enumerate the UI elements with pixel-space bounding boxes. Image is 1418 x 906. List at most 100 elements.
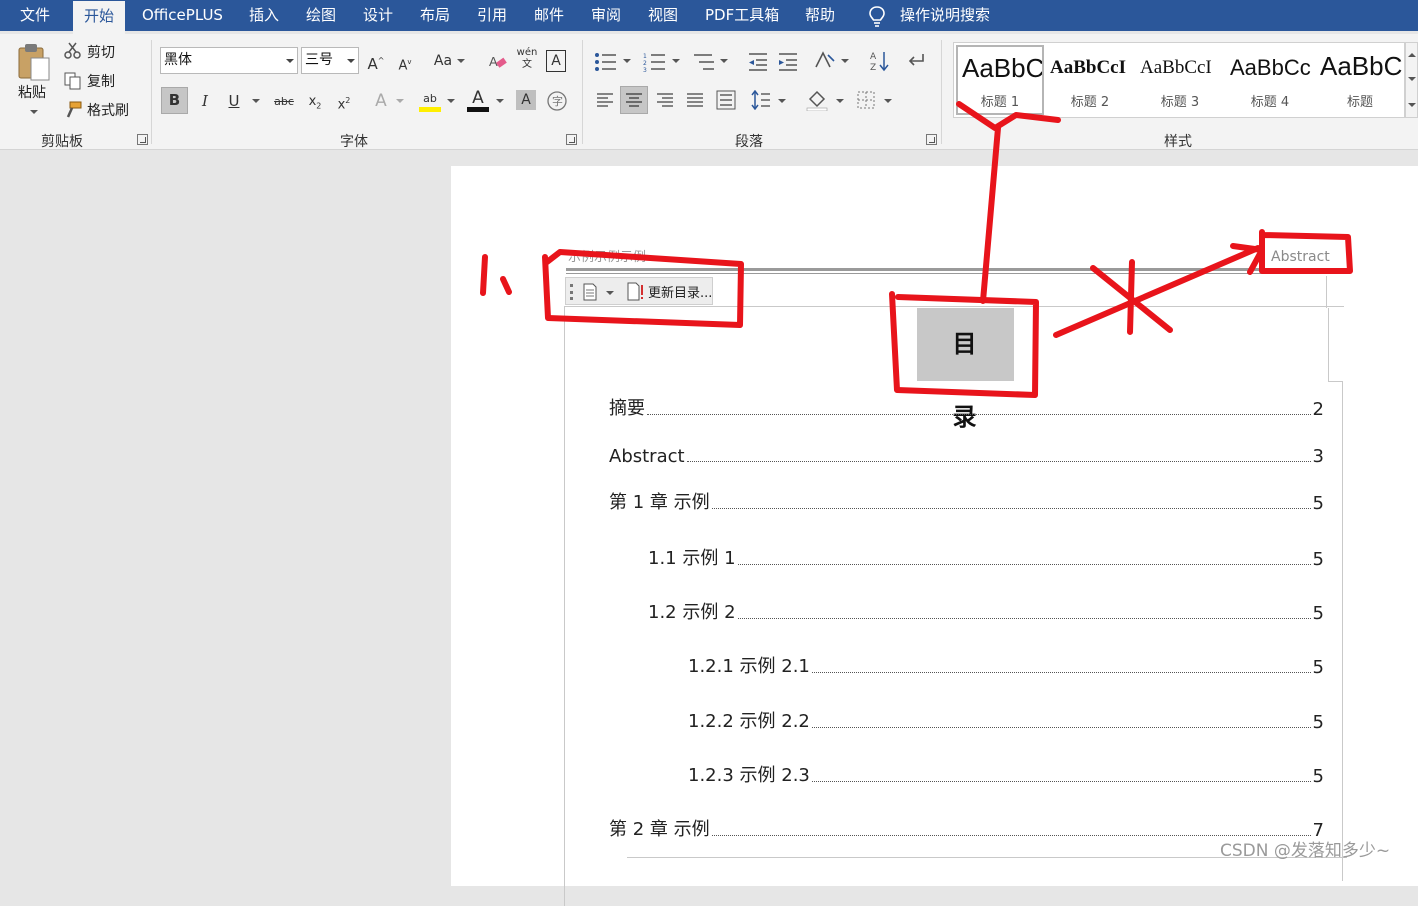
phonetic-guide-button[interactable]: wén 文 (516, 47, 538, 71)
toc-entry[interactable]: 摘要 2 (609, 396, 1324, 420)
justify-icon[interactable] (686, 92, 704, 108)
tab-help[interactable]: 帮助 (805, 0, 835, 31)
tab-view[interactable]: 视图 (648, 0, 678, 31)
style-heading-3[interactable]: AaBbCcI 标题 3 (1136, 45, 1224, 115)
style-heading-4[interactable]: AaBbCc 标题 4 (1226, 45, 1314, 115)
align-center-button[interactable] (620, 86, 648, 114)
toc-entry-label: 摘要 (609, 398, 645, 419)
clipboard-launcher[interactable] (137, 134, 148, 145)
decrease-indent-icon[interactable] (747, 52, 769, 72)
more-styles-icon[interactable] (1408, 103, 1416, 107)
align-right-icon[interactable] (656, 92, 674, 108)
subscript-button[interactable]: x2 (305, 91, 325, 118)
copy-button[interactable]: 复制 (87, 71, 115, 91)
paragraph-launcher[interactable] (926, 134, 937, 145)
update-toc-button[interactable]: 更新目录... (648, 282, 712, 301)
font-color-dropdown[interactable] (496, 99, 504, 103)
tab-insert[interactable]: 插入 (249, 0, 279, 31)
show-formatting-marks-icon[interactable] (906, 51, 926, 71)
svg-text:3: 3 (643, 67, 647, 72)
toc-entry[interactable]: 1.1 示例 1 5 (648, 546, 1324, 570)
character-border-button[interactable]: A (546, 50, 566, 72)
superscript-button[interactable]: x2 (334, 90, 354, 116)
font-size-select[interactable]: 三号 (301, 47, 359, 74)
font-group-label: 字体 (340, 134, 368, 150)
drag-handle-icon[interactable] (570, 284, 573, 300)
style-heading-1[interactable]: AaBbC 标题 1 (956, 45, 1044, 115)
tab-draw[interactable]: 绘图 (306, 0, 336, 31)
grow-font-button[interactable]: A^ (366, 50, 386, 75)
style-title[interactable]: AaBbC 标题 (1316, 45, 1404, 115)
font-family-select[interactable]: 黑体 (160, 47, 298, 74)
character-shading-button[interactable]: A (516, 90, 536, 110)
font-color-button[interactable]: A (467, 87, 489, 112)
sort-icon[interactable]: AZ (870, 50, 890, 72)
tab-mailings[interactable]: 邮件 (534, 0, 564, 31)
toc-document-icon[interactable] (581, 283, 599, 301)
toc-entry[interactable]: Abstract 3 (609, 443, 1324, 467)
bullets-dropdown[interactable] (623, 59, 631, 63)
bold-button[interactable]: B (161, 87, 188, 114)
numbering-icon[interactable]: 123 (643, 52, 667, 72)
chinese-layout-dropdown[interactable] (841, 59, 849, 63)
style-heading-2[interactable]: AaBbCcI 标题 2 (1046, 45, 1134, 115)
increase-indent-icon[interactable] (777, 52, 799, 72)
page-header-text: 示例示例示例 (568, 250, 647, 265)
paste-dropdown[interactable] (30, 110, 38, 114)
toc-entry[interactable]: 第 2 章 示例 7 (609, 817, 1324, 841)
toc-entry[interactable]: 1.2 示例 2 5 (648, 600, 1324, 624)
shrink-font-button[interactable]: Av (395, 51, 415, 77)
italic-button[interactable]: I (196, 90, 214, 112)
tab-layout[interactable]: 布局 (420, 0, 450, 31)
tab-references[interactable]: 引用 (477, 0, 507, 31)
text-effects-dropdown[interactable] (396, 99, 404, 103)
shading-icon[interactable] (806, 89, 828, 111)
separator (582, 40, 583, 144)
toc-entry[interactable]: 第 1 章 示例 5 (609, 490, 1324, 514)
borders-dropdown[interactable] (884, 99, 892, 103)
toc-entry[interactable]: 1.2.3 示例 2.3 5 (688, 763, 1324, 787)
tab-home[interactable]: 开始 (73, 1, 126, 34)
tab-file[interactable]: 文件 (20, 0, 50, 31)
borders-icon[interactable] (857, 91, 875, 109)
format-painter-button[interactable]: 格式刷 (87, 100, 129, 120)
tab-pdf-toolbox[interactable]: PDF工具箱 (705, 0, 779, 31)
change-case-dropdown[interactable] (457, 59, 465, 63)
text-effects-button[interactable]: A (371, 90, 391, 112)
chevron-up-icon[interactable] (1408, 53, 1416, 57)
highlight-dropdown[interactable] (447, 99, 455, 103)
shading-dropdown[interactable] (836, 99, 844, 103)
highlight-button[interactable]: ab (419, 88, 441, 112)
underline-button[interactable]: U (225, 90, 243, 112)
toc-dropdown[interactable] (606, 291, 614, 295)
numbering-dropdown[interactable] (672, 59, 680, 63)
enclosed-characters-icon[interactable]: 字 (546, 90, 568, 112)
multilevel-list-dropdown[interactable] (720, 59, 728, 63)
change-case-button[interactable]: Aa (432, 50, 454, 72)
toc-entry[interactable]: 1.2.2 示例 2.2 5 (688, 709, 1324, 733)
strikethrough-button[interactable]: abc (272, 91, 296, 113)
align-left-icon[interactable] (596, 92, 614, 108)
toc-title[interactable]: 目录 (917, 308, 1014, 431)
chinese-layout-icon[interactable] (814, 51, 836, 71)
tab-review[interactable]: 审阅 (591, 0, 621, 31)
toc-entry-label: 1.1 示例 1 (648, 548, 736, 569)
cut-button[interactable]: 剪切 (87, 42, 115, 62)
watermark: CSDN @发落知多少~ (1220, 841, 1391, 861)
underline-dropdown[interactable] (252, 99, 260, 103)
toc-entry[interactable]: 1.2.1 示例 2.1 5 (688, 654, 1324, 678)
font-size-value: 三号 (305, 52, 333, 68)
line-spacing-icon[interactable] (751, 90, 771, 110)
content-control-border (1342, 381, 1343, 881)
styles-gallery-scroll[interactable] (1405, 42, 1418, 118)
bullets-icon[interactable] (594, 52, 618, 72)
clear-formatting-icon[interactable]: A (488, 52, 508, 72)
paragraph-group-label: 段落 (735, 134, 763, 150)
font-launcher[interactable] (566, 134, 577, 145)
tab-design[interactable]: 设计 (363, 0, 393, 31)
distributed-align-icon[interactable] (716, 90, 736, 110)
line-spacing-dropdown[interactable] (778, 99, 786, 103)
multilevel-list-icon[interactable] (692, 52, 716, 72)
chevron-down-icon[interactable] (1408, 77, 1416, 81)
tab-officeplus[interactable]: OfficePLUS (142, 0, 223, 31)
